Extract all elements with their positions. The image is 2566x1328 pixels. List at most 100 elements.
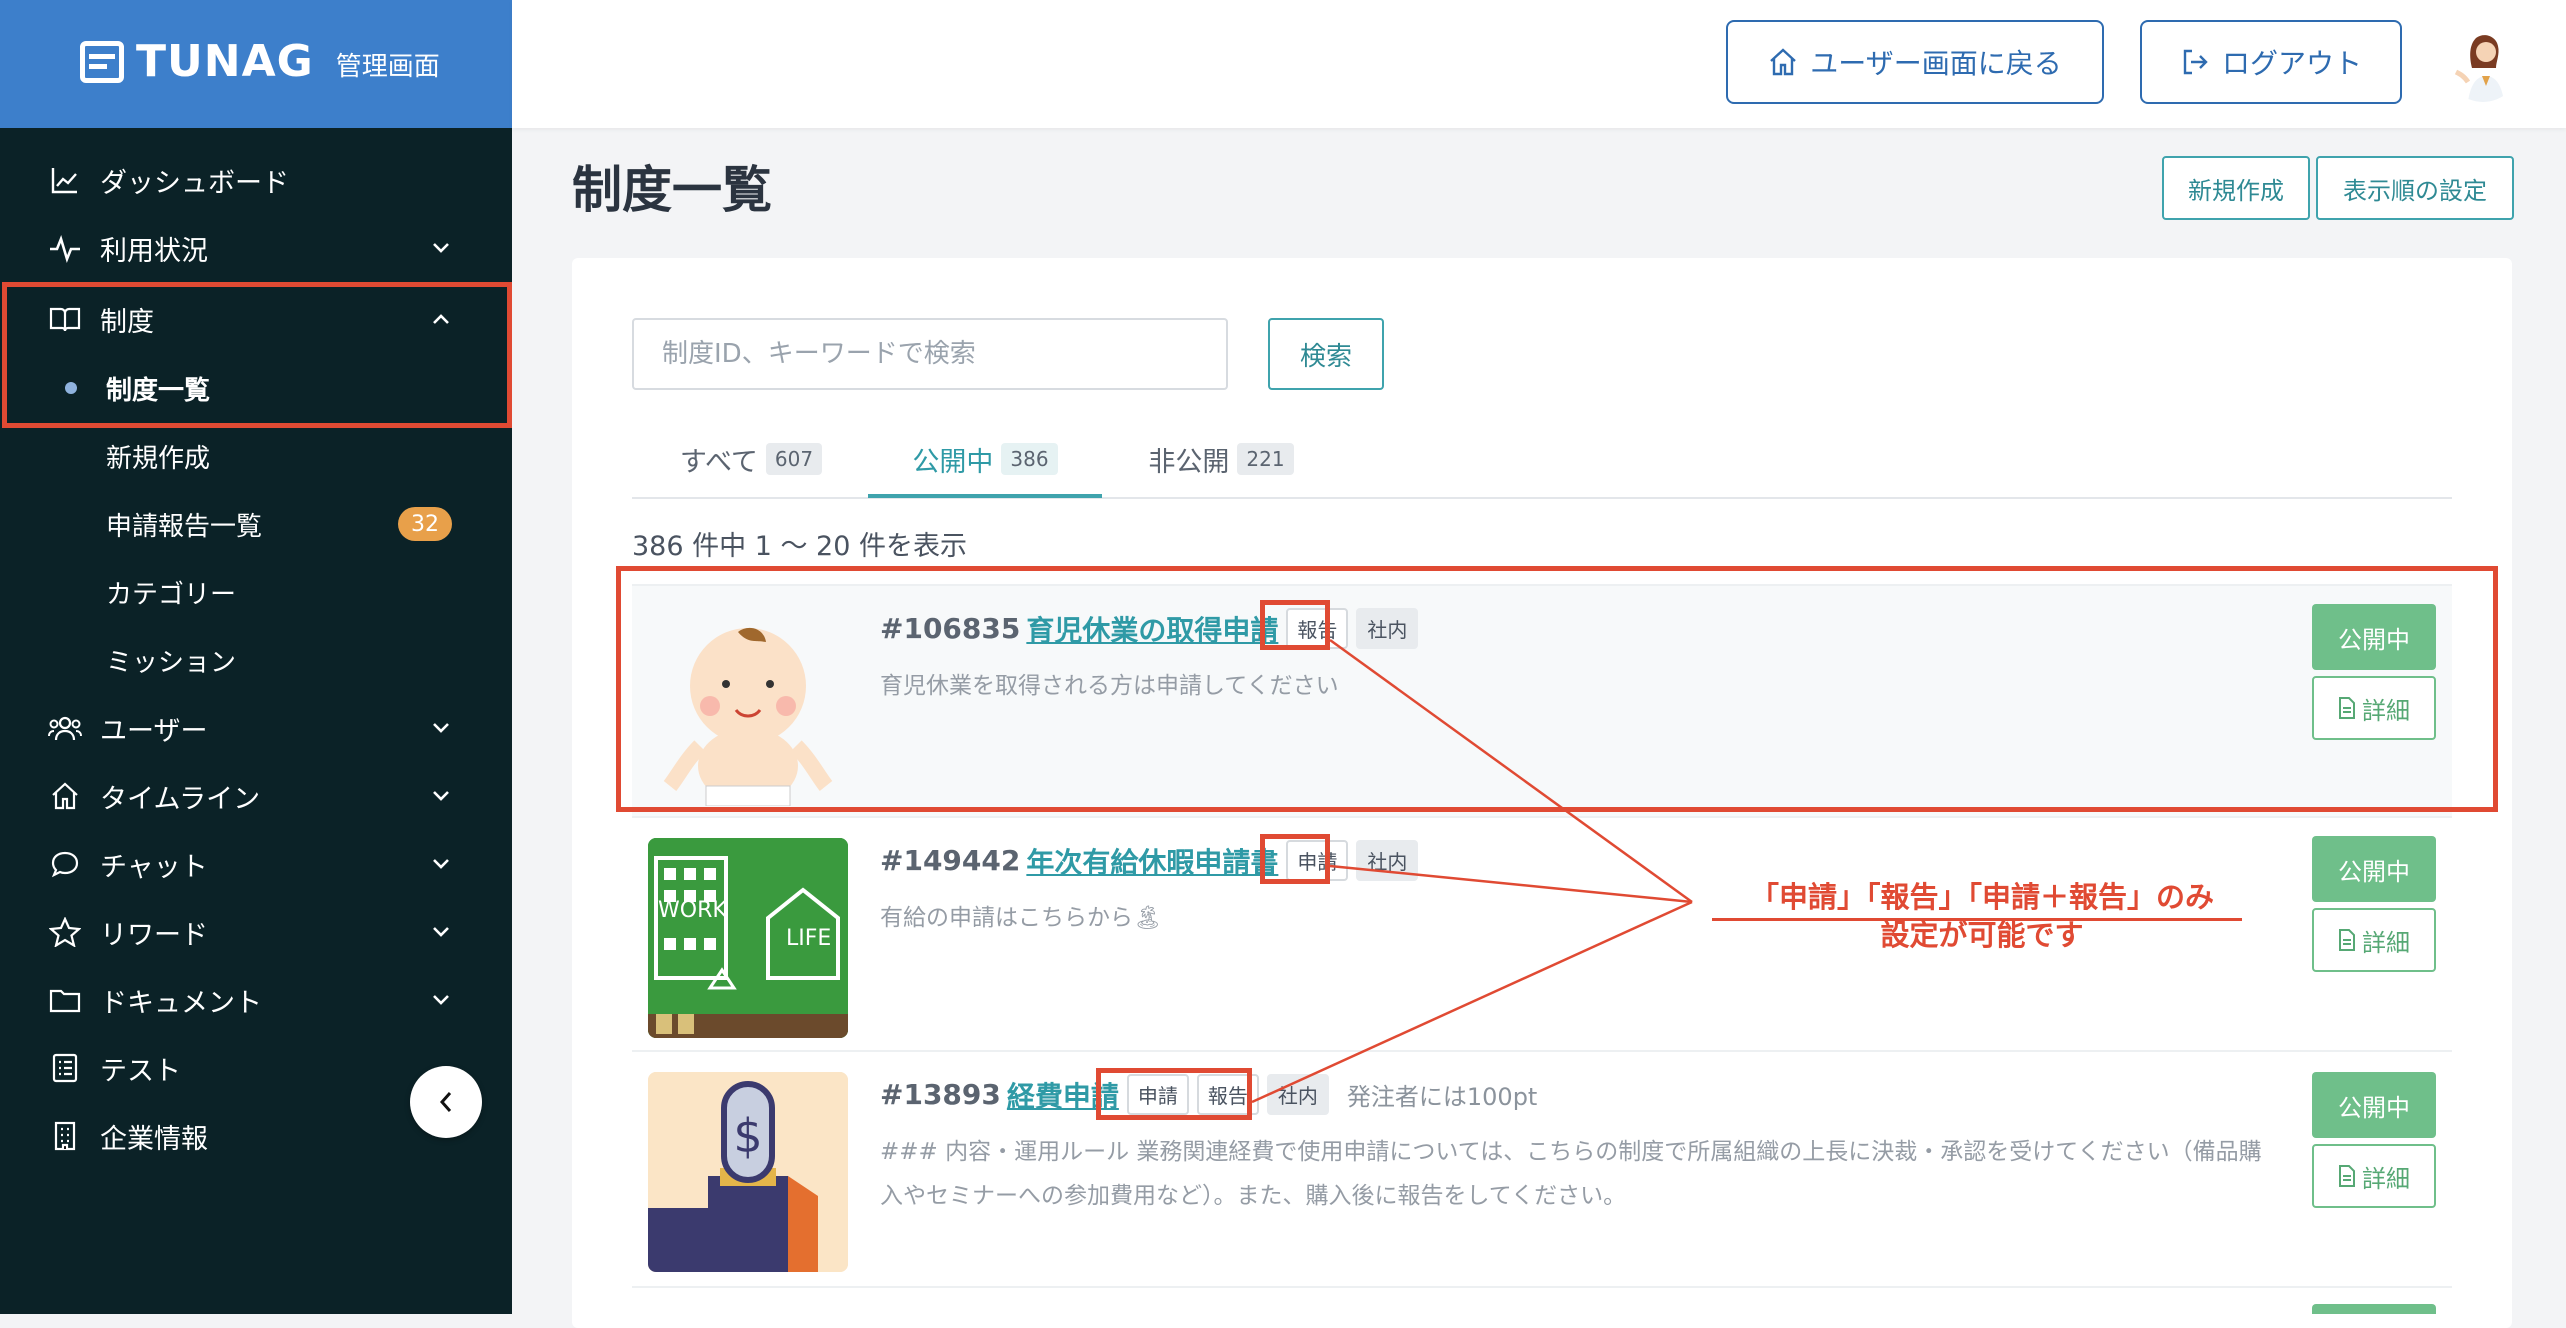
highlight-box — [1260, 834, 1330, 884]
folder-icon — [48, 983, 82, 1017]
status-button[interactable]: 公開中 — [2312, 1072, 2436, 1138]
expense-illustration: $ — [648, 1072, 848, 1272]
sidebar-item-document[interactable]: ドキュメント — [0, 968, 512, 1032]
item-name-link[interactable]: 年次有給休暇申請書 — [1026, 841, 1278, 881]
annotation-underline — [1712, 918, 2242, 921]
sidebar-subitem-mission[interactable]: ミッション — [0, 630, 512, 690]
sidebar-collapse-button[interactable] — [410, 1066, 482, 1138]
sidebar-item-label: リワード — [100, 919, 208, 951]
chevron-left-icon — [439, 1092, 452, 1112]
checklist-icon — [48, 1051, 82, 1085]
highlight-box — [1260, 600, 1330, 650]
logo-text: TUNAG — [136, 36, 314, 87]
search-button[interactable]: 検索 — [1268, 318, 1384, 390]
sidebar-subitem-new[interactable]: 新規作成 — [0, 426, 512, 486]
logout-label: ログアウト — [2221, 47, 2362, 80]
scope-tag: 社内 — [1266, 1074, 1329, 1115]
logo[interactable]: TUNAG 管理画面 — [80, 36, 440, 87]
sidebar-subitem-category[interactable]: カテゴリー — [0, 562, 512, 622]
next-status-button[interactable] — [2312, 1304, 2436, 1314]
avatar[interactable] — [2446, 28, 2520, 102]
sidebar-item-label: 企業情報 — [100, 1123, 208, 1155]
sidebar-subitem-label: 新規作成 — [106, 443, 211, 474]
search-input[interactable] — [632, 318, 1228, 390]
admin-subtitle: 管理画面 — [335, 52, 440, 82]
scope-tag: 社内 — [1356, 840, 1419, 881]
sidebar-item-chat[interactable]: チャット — [0, 832, 512, 896]
detail-label: 詳細 — [2362, 1164, 2410, 1193]
tab-count: 607 — [765, 443, 823, 475]
chevron-down-icon — [428, 235, 454, 261]
thumb-life-text: LIFE — [786, 926, 832, 951]
chevron-down-icon — [428, 715, 454, 741]
reward-note: 発注者には100pt — [1346, 1083, 1538, 1111]
annotation-line2: 設定が可能です — [1880, 918, 2084, 952]
chevron-down-icon — [428, 919, 454, 945]
detail-button[interactable]: 詳細 — [2312, 908, 2436, 972]
sidebar-subitem-label: 申請報告一覧 — [106, 511, 263, 542]
sidebar-item-label: 利用状況 — [100, 235, 208, 267]
sidebar-item-label: ダッシュボード — [100, 167, 289, 199]
highlight-box — [616, 566, 2498, 812]
sidebar-item-reward[interactable]: リワード — [0, 900, 512, 964]
chart-line-icon — [48, 163, 82, 197]
sidebar-item-label: ユーザー — [100, 715, 208, 747]
sidebar-item-usage[interactable]: 利用状況 — [0, 216, 512, 280]
list-item: $ #13893 経費申請 申請 報告 社内 発注者には100pt ### 内容… — [632, 1050, 2452, 1284]
back-to-user-button[interactable]: ユーザー画面に戻る — [1726, 20, 2104, 104]
item-id: #149442 — [880, 844, 1021, 877]
tab-all[interactable]: すべて 607 — [656, 420, 846, 498]
chevron-down-icon — [428, 851, 454, 877]
chevron-down-icon — [428, 987, 454, 1013]
display-order-button[interactable]: 表示順の設定 — [2316, 156, 2514, 220]
new-button[interactable]: 新規作成 — [2162, 156, 2310, 220]
page-title: 制度一覧 — [572, 161, 772, 219]
logout-icon — [2183, 49, 2208, 75]
user-avatar-icon — [2446, 28, 2520, 102]
sidebar-item-label: タイムライン — [100, 783, 261, 815]
tab-unpublished[interactable]: 非公開 221 — [1126, 420, 1316, 498]
item-description: ### 内容・運用ルール 業務関連経費で使用申請については、こちらの制度で所属組… — [880, 1139, 2262, 1209]
brand-bar: TUNAG 管理画面 — [0, 0, 512, 128]
svg-text:$: $ — [733, 1109, 762, 1163]
highlight-box — [1096, 1068, 1252, 1120]
building-icon — [48, 1119, 82, 1153]
sidebar-item-label: テスト — [100, 1055, 181, 1087]
tab-label: 非公開 — [1148, 446, 1230, 478]
document-icon — [2339, 929, 2355, 951]
tab-published[interactable]: 公開中 386 — [868, 420, 1102, 498]
tab-count: 221 — [1237, 443, 1294, 475]
work-life-illustration: WORK LIFE — [648, 838, 848, 1038]
sidebar-subitem-label: ミッション — [106, 647, 237, 678]
chat-icon — [48, 847, 82, 881]
home-icon — [1770, 48, 1797, 76]
item-id: #13893 — [880, 1078, 1001, 1111]
home-icon — [48, 779, 82, 813]
sidebar-item-timeline[interactable]: タイムライン — [0, 764, 512, 828]
sidebar-item-users[interactable]: ユーザー — [0, 696, 512, 760]
activity-icon — [48, 231, 82, 265]
sidebar: TUNAG 管理画面 ダッシュボード 利用状況 制度 制度一覧 新規作成 申請報… — [0, 0, 512, 1314]
logout-button[interactable]: ログアウト — [2140, 20, 2402, 104]
sidebar-subitem-applications[interactable]: 申請報告一覧 32 — [0, 494, 512, 554]
sidebar-item-label: チャット — [100, 851, 208, 883]
sidebar-item-dashboard[interactable]: ダッシュボード — [0, 148, 512, 212]
top-header: ユーザー画面に戻る ログアウト — [512, 0, 2566, 128]
logo-mark-icon — [80, 40, 124, 83]
star-icon — [48, 915, 82, 949]
tab-count: 386 — [1001, 443, 1058, 475]
annotation-line1: 「申請」「報告」「申請＋報告」のみ — [1749, 880, 2214, 914]
thumb-work-text: WORK — [658, 898, 727, 923]
chevron-down-icon — [428, 783, 454, 809]
result-count: 386 件中 1 〜 20 件を表示 — [632, 531, 967, 562]
item-title: #149442 年次有給休暇申請書 申請 社内 — [880, 840, 1419, 881]
count-badge: 32 — [398, 507, 452, 541]
active-tab-indicator — [868, 494, 1102, 498]
status-button[interactable]: 公開中 — [2312, 836, 2436, 902]
detail-button[interactable]: 詳細 — [2312, 1144, 2436, 1208]
tab-label: 公開中 — [912, 446, 994, 478]
users-icon — [48, 711, 82, 745]
document-icon — [2339, 1165, 2355, 1187]
sidebar-item-label: ドキュメント — [100, 987, 262, 1019]
tab-label: すべて — [679, 446, 758, 478]
